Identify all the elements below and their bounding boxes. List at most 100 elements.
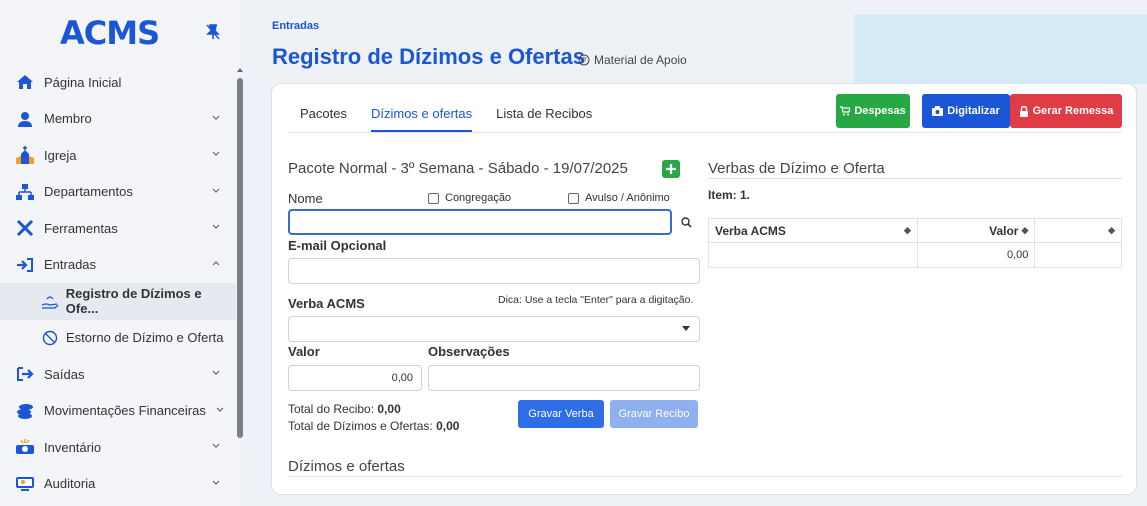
congregacao-checkbox[interactable]: Congregação xyxy=(428,192,511,204)
valor-label: Valor xyxy=(288,344,320,359)
hand-money-icon xyxy=(40,292,60,310)
audit-icon xyxy=(14,475,36,493)
sidebar-item-membro[interactable]: Membro xyxy=(0,101,236,138)
lock-icon xyxy=(1019,105,1028,117)
checkbox-box[interactable] xyxy=(568,192,579,204)
despesas-label: Despesas xyxy=(854,105,906,117)
nome-label: Nome xyxy=(288,191,323,206)
help-link[interactable]: ? Material de Apoio xyxy=(578,53,687,67)
enter-hint: Dica: Use a tecla "Enter" para a digitaç… xyxy=(498,294,694,306)
sidebar-item-inventario[interactable]: Inventário xyxy=(0,429,236,466)
verba-dropdown-toggle[interactable] xyxy=(672,316,700,342)
sidebar-item-label: Igreja xyxy=(44,147,77,163)
tab-bar: Pacotes Dízimos e ofertas Lista de Recib… xyxy=(288,98,604,132)
sort-icon[interactable]: ◆ xyxy=(1021,225,1028,236)
cart-icon xyxy=(840,106,851,116)
coins-icon xyxy=(14,402,36,420)
sitemap-icon xyxy=(14,183,36,201)
home-icon xyxy=(14,73,36,91)
sidebar-subitem-registro[interactable]: Registro de Dízimos e Ofe... xyxy=(0,283,236,320)
email-label: E-mail Opcional xyxy=(288,238,387,253)
sidebar-item-auditoria[interactable]: Auditoria xyxy=(0,466,236,503)
tab-dizimos-ofertas[interactable]: Dízimos e ofertas xyxy=(359,98,484,132)
valor-input[interactable]: 0,00 xyxy=(288,365,422,391)
chevron-down-icon xyxy=(212,151,220,156)
digitalizar-button[interactable]: Digitalizar xyxy=(922,94,1010,128)
sidebar-item-saidas[interactable]: Saídas xyxy=(0,356,236,393)
scroll-up-icon[interactable] xyxy=(236,66,244,74)
sidebar-menu: Página Inicial Membro Igreja Departament… xyxy=(0,64,236,502)
tools-icon xyxy=(14,219,36,237)
table-cell xyxy=(1035,243,1121,267)
sort-icon[interactable]: ◆ xyxy=(904,225,911,236)
avulso-checkbox[interactable]: Avulso / Anônimo xyxy=(568,192,670,204)
nome-input[interactable] xyxy=(288,209,672,235)
church-icon xyxy=(14,146,36,165)
tab-pacotes[interactable]: Pacotes xyxy=(288,98,359,130)
total-dizimos: Total de Dízimos e Ofertas: 0,00 xyxy=(288,419,459,433)
email-input[interactable] xyxy=(288,258,700,284)
gravar-recibo-button[interactable]: Gravar Recibo xyxy=(610,400,698,428)
ban-icon xyxy=(40,329,60,347)
sidebar-item-igreja[interactable]: Igreja xyxy=(0,137,236,174)
chevron-down-icon xyxy=(216,407,224,412)
sidebar-item-label: Saídas xyxy=(44,366,85,382)
chevron-down-icon xyxy=(212,224,220,229)
breadcrumb[interactable]: Entradas xyxy=(272,20,319,32)
sidebar-item-label: Ferramentas xyxy=(44,220,118,236)
table-row[interactable]: 0,00 xyxy=(709,243,1121,267)
chevron-down-icon xyxy=(212,480,220,485)
camera-icon xyxy=(932,106,944,116)
checkbox-box[interactable] xyxy=(428,192,439,204)
search-button[interactable] xyxy=(672,209,700,235)
total-dizimos-label: Total de Dízimos e Ofertas: xyxy=(288,419,433,433)
dizimos-section-title: Dízimos e ofertas xyxy=(288,458,405,475)
plus-icon xyxy=(666,164,676,174)
add-pacote-button[interactable] xyxy=(662,160,680,178)
avulso-label: Avulso / Anônimo xyxy=(585,192,670,204)
pin-icon[interactable] xyxy=(206,24,220,40)
table-cell xyxy=(709,243,918,267)
column-header-extra[interactable]: ◆ xyxy=(1035,219,1121,242)
verbas-divider xyxy=(708,178,1122,179)
tab-lista-recibos[interactable]: Lista de Recibos xyxy=(484,98,604,130)
caret-down-icon xyxy=(682,326,690,331)
svg-text:?: ? xyxy=(582,56,587,65)
verbas-table: Verba ACMS ◆ Valor ◆ ◆ 0,00 xyxy=(708,218,1122,268)
sidebar-item-label: Página Inicial xyxy=(44,74,122,90)
congregacao-label: Congregação xyxy=(445,192,512,204)
chevron-down-icon xyxy=(212,115,220,120)
sidebar: ACMS Página Inicial Membro Igreja Depart… xyxy=(0,0,243,506)
gravar-verba-button[interactable]: Gravar Verba xyxy=(518,400,604,428)
total-recibo-value: 0,00 xyxy=(377,402,401,416)
gerar-remessa-button[interactable]: Gerar Remessa xyxy=(1010,94,1122,128)
despesas-button[interactable]: Despesas xyxy=(836,94,910,128)
total-recibo-label: Total do Recibo: xyxy=(288,402,375,416)
sidebar-item-entradas[interactable]: Entradas xyxy=(0,247,236,284)
sidebar-item-movimentacoes[interactable]: Movimentações Financeiras xyxy=(0,393,236,430)
observacoes-input[interactable] xyxy=(428,365,700,391)
sidebar-scrollbar[interactable] xyxy=(237,78,243,438)
sidebar-item-label: Membro xyxy=(44,111,92,127)
chevron-up-icon xyxy=(212,260,220,265)
column-header-valor[interactable]: Valor ◆ xyxy=(918,219,1036,242)
verba-select[interactable] xyxy=(288,316,700,342)
chevron-down-icon xyxy=(212,188,220,193)
sidebar-item-label: Movimentações Financeiras xyxy=(44,403,206,419)
sidebar-item-pagina-inicial[interactable]: Página Inicial xyxy=(0,64,236,101)
sidebar-item-label: Entradas xyxy=(44,257,97,273)
table-header-row: Verba ACMS ◆ Valor ◆ ◆ xyxy=(709,219,1121,243)
header-panel xyxy=(854,14,1147,84)
sidebar-item-departamentos[interactable]: Departamentos xyxy=(0,174,236,211)
sidebar-subitem-estorno[interactable]: Estorno de Dízimo e Oferta xyxy=(0,320,236,357)
column-header-verba[interactable]: Verba ACMS ◆ xyxy=(709,219,918,242)
main-card: Pacotes Dízimos e ofertas Lista de Recib… xyxy=(271,83,1137,495)
logo-row: ACMS xyxy=(0,0,240,60)
sort-icon[interactable]: ◆ xyxy=(1108,225,1115,236)
inventory-icon xyxy=(14,438,36,456)
table-cell: 0,00 xyxy=(918,243,1036,267)
question-circle-icon: ? xyxy=(578,54,590,66)
sidebar-item-ferramentas[interactable]: Ferramentas xyxy=(0,210,236,247)
page-title: Registro de Dízimos e Ofertas xyxy=(272,44,585,69)
tabs-divider xyxy=(288,132,1122,133)
